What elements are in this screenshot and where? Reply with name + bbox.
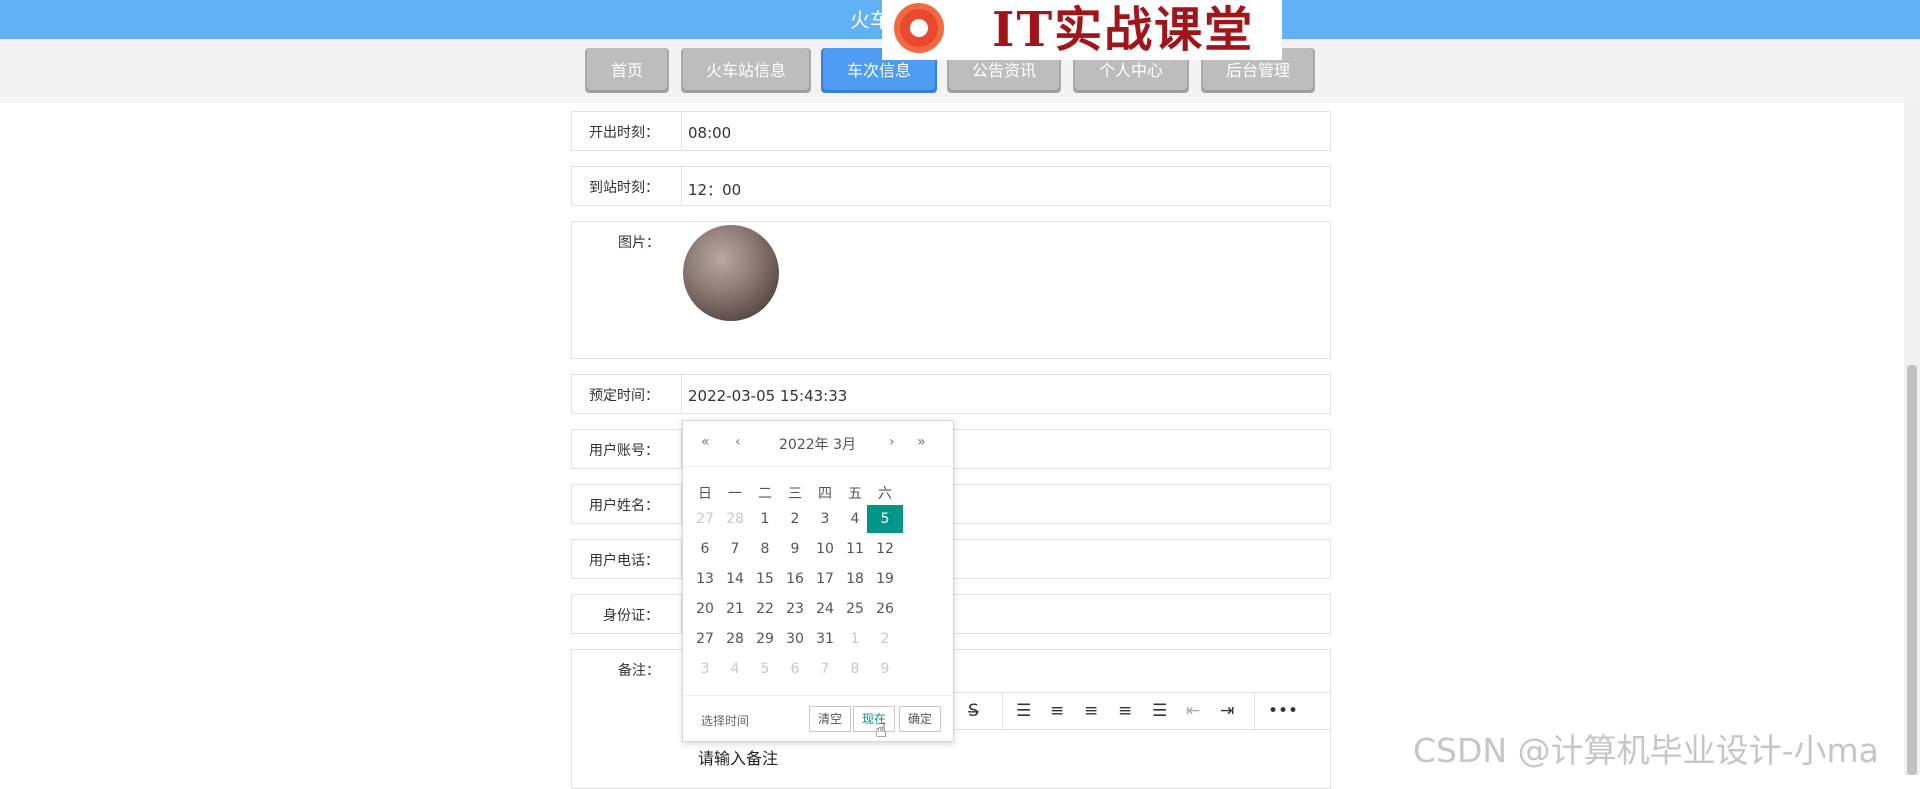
arrive-time-row: 到站时刻： 12：00 xyxy=(571,166,1331,206)
prev-year-icon[interactable]: « xyxy=(701,434,710,450)
year-month[interactable]: 2022年 3月 xyxy=(779,434,856,454)
book-time-input[interactable]: 2022-03-05 15:43:33 xyxy=(688,387,847,405)
arrive-time-input[interactable]: 12：00 xyxy=(688,179,741,200)
browser-logo-icon xyxy=(894,3,944,53)
phone-label: 用户电话： xyxy=(572,540,682,578)
next-month-icon[interactable]: › xyxy=(889,434,895,450)
align-justify-icon[interactable]: ☰ xyxy=(1152,701,1167,721)
confirm-button[interactable]: 确定 xyxy=(899,706,942,732)
image-row: 图片： xyxy=(571,221,1331,359)
calendar-day[interactable]: 12 xyxy=(867,535,903,563)
line-height-icon[interactable]: ☰ xyxy=(1016,701,1031,721)
scrollbar-thumb[interactable] xyxy=(1907,365,1917,775)
calendar-day[interactable]: 19 xyxy=(867,565,903,593)
nav-station-info[interactable]: 火车站信息 xyxy=(683,48,809,93)
watermark: CSDN @计算机毕业设计-小ma xyxy=(1413,731,1879,770)
calendar-day[interactable]: 2 xyxy=(867,625,903,653)
logo-overlay: IT实战课堂 xyxy=(882,0,1282,60)
name-label: 用户姓名： xyxy=(572,485,682,523)
outdent-icon[interactable]: ⇤ xyxy=(1186,701,1200,721)
hand-cursor-icon: ☝ xyxy=(875,718,888,742)
calendar-day[interactable]: 26 xyxy=(867,595,903,623)
arrive-time-label: 到站时刻： xyxy=(572,167,682,205)
more-icon[interactable]: ••• xyxy=(1268,701,1298,721)
editor-toolbar: S̶ ☰ ≡ ≡ ≡ ☰ ⇤ ⇥ ••• xyxy=(954,692,1331,730)
date-picker-header: « ‹ 2022年 3月 › » xyxy=(683,421,953,467)
depart-time-label: 开出时刻： xyxy=(572,112,682,150)
align-left-icon[interactable]: ≡ xyxy=(1050,701,1064,721)
align-right-icon[interactable]: ≡ xyxy=(1118,701,1132,721)
train-image[interactable] xyxy=(683,225,779,321)
date-picker: « ‹ 2022年 3月 › » 选择时间 清空 现在 确定 日一二三四五六 27… xyxy=(682,420,954,742)
remark-editor[interactable]: 请输入备注 xyxy=(698,745,778,769)
calendar-day[interactable]: 5 xyxy=(867,505,903,533)
book-time-row: 预定时间： 2022-03-05 15:43:33 xyxy=(571,374,1331,414)
weekday-label: 六 xyxy=(878,486,892,502)
depart-time-input[interactable]: 08:00 xyxy=(688,124,731,142)
image-label: 图片： xyxy=(618,235,660,251)
nav-home[interactable]: 首页 xyxy=(587,48,667,93)
date-picker-footer: 选择时间 清空 现在 确定 xyxy=(683,695,953,741)
logo-text: IT实战课堂 xyxy=(992,2,1255,58)
book-time-label: 预定时间： xyxy=(572,375,682,413)
indent-icon[interactable]: ⇥ xyxy=(1220,701,1234,721)
id-card-label: 身份证： xyxy=(572,595,682,633)
next-year-icon[interactable]: » xyxy=(917,434,926,450)
prev-month-icon[interactable]: ‹ xyxy=(735,434,741,450)
remark-label: 备注： xyxy=(618,663,660,679)
depart-time-row: 开出时刻： 08:00 xyxy=(571,111,1331,151)
calendar-day[interactable]: 9 xyxy=(867,655,903,683)
account-label: 用户账号： xyxy=(572,430,682,468)
strikethrough-icon[interactable]: S̶ xyxy=(968,701,979,721)
align-center-icon[interactable]: ≡ xyxy=(1084,701,1098,721)
now-button[interactable]: 现在 xyxy=(853,706,896,732)
select-time-link[interactable]: 选择时间 xyxy=(701,712,749,729)
clear-button[interactable]: 清空 xyxy=(809,706,852,732)
